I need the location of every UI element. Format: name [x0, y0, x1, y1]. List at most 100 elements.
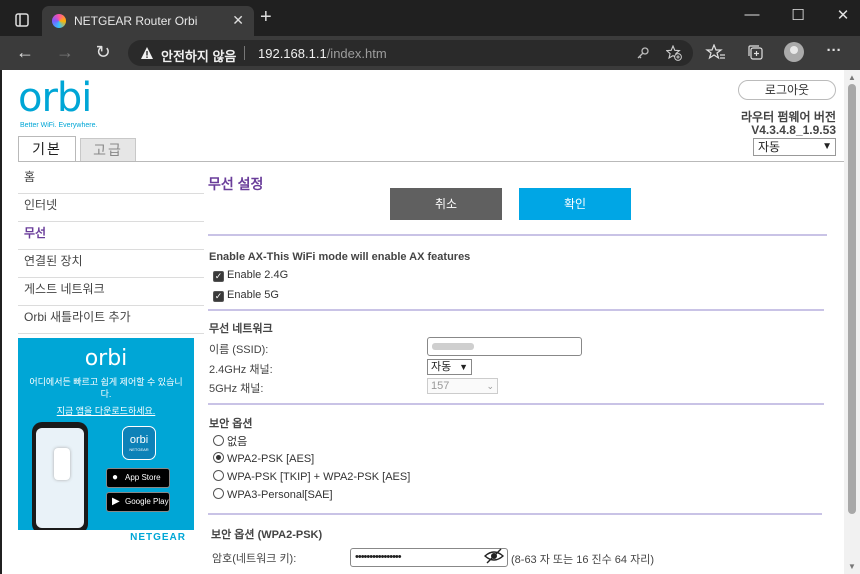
security-wpa3-radio[interactable]: WPA3-Personal[SAE] — [213, 488, 333, 501]
browser-toolbar: ← → ↻ 안전하지 않음 192.168.1.1/index.htm ··· — [0, 36, 860, 70]
forward-button[interactable]: → — [52, 41, 78, 65]
ssid-value-redacted — [432, 343, 474, 350]
checkbox-checked-icon[interactable]: ✓ — [213, 271, 224, 282]
promo-orbi-logo: orbi — [84, 346, 128, 371]
browser-tab[interactable]: NETGEAR Router Orbi ✕ — [42, 6, 254, 36]
apple-icon: ● — [112, 472, 119, 483]
key-icon[interactable] — [636, 46, 650, 60]
minimize-button[interactable]: — — [737, 6, 767, 23]
orbi-app-icon: orbi NETGEAR — [122, 426, 156, 460]
scrollbar-thumb[interactable] — [848, 84, 856, 514]
collections-icon[interactable] — [744, 44, 768, 62]
close-window-button[interactable]: ✕ — [828, 6, 858, 24]
channel-24g-select[interactable]: 자동 ▼ — [427, 359, 472, 375]
promo-footer: NETGEAR — [18, 530, 194, 548]
security-none-label: 없음 — [227, 436, 248, 448]
sidebar-item-home[interactable]: 홈 — [18, 166, 204, 194]
app-icon-label: orbi — [129, 434, 149, 446]
enable-24g-label: Enable 2.4G — [227, 269, 289, 281]
phone-image — [32, 422, 88, 534]
favorites-icon[interactable] — [704, 44, 728, 62]
browser-titlebar: NETGEAR Router Orbi ✕ + — ☐ ✕ — [0, 0, 860, 36]
radio-icon[interactable] — [213, 435, 224, 446]
scroll-up-icon[interactable]: ▲ — [848, 73, 856, 82]
profile-icon[interactable] — [784, 42, 804, 62]
ax-heading: Enable AX-This WiFi mode will enable AX … — [209, 251, 471, 263]
security-options-heading: 보안 옵션 — [209, 418, 253, 430]
chevron-down-icon: ⌄ — [486, 381, 494, 391]
netgear-logo: NETGEAR — [130, 532, 186, 543]
enable-5g-label: Enable 5G — [227, 289, 279, 301]
security-wpa-wpa2-radio[interactable]: WPA-PSK [TKIP] + WPA2-PSK [AES] — [213, 470, 410, 483]
logout-button[interactable]: 로그아웃 — [738, 80, 836, 100]
tab-close-icon[interactable]: ✕ — [232, 12, 244, 29]
security-wpa2-aes-label: WPA2-PSK [AES] — [227, 453, 315, 465]
page-scrollbar[interactable]: ▲ ▼ — [844, 70, 860, 574]
tab-advanced[interactable]: 고급 — [80, 138, 136, 162]
new-tab-button[interactable]: + — [260, 7, 272, 27]
radio-selected-icon[interactable] — [213, 452, 224, 463]
tab-title: NETGEAR Router Orbi — [74, 14, 198, 28]
router-page: orbi Better WiFi. Everywhere. 기본 고급 로그아웃… — [2, 70, 844, 574]
cancel-button[interactable]: 취소 — [390, 188, 502, 220]
sidebar-item-add-satellite[interactable]: Orbi 새틀라이트 추가 — [18, 306, 204, 334]
channel-5g-label: 5GHz 채널: — [209, 383, 264, 395]
google-play-badge[interactable]: ▶ Google Play — [106, 492, 170, 512]
add-favorite-icon[interactable] — [666, 45, 682, 61]
reload-button[interactable]: ↻ — [90, 41, 116, 65]
header-divider — [18, 161, 844, 162]
show-password-eye-icon[interactable] — [484, 547, 504, 565]
tab-basic[interactable]: 기본 — [18, 136, 76, 162]
wpa2-psk-heading: 보안 옵션 (WPA2-PSK) — [211, 529, 323, 541]
password-hint: (8-63 자 또는 16 진수 64 자리) — [511, 554, 654, 566]
language-select[interactable]: 자동 ▼ — [753, 138, 836, 156]
ssid-input[interactable] — [427, 337, 582, 356]
enable-24g-checkbox[interactable]: ✓ Enable 2.4G — [213, 269, 288, 283]
address-bar[interactable]: 안전하지 않음 192.168.1.1/index.htm — [128, 40, 693, 66]
divider — [208, 513, 822, 515]
security-none-radio[interactable]: 없음 — [213, 433, 247, 449]
channel-24g-value: 자동 — [431, 361, 452, 373]
channel-24g-label: 2.4GHz 채널: — [209, 364, 273, 376]
url-path: /index.htm — [326, 46, 387, 61]
radio-icon[interactable] — [213, 488, 224, 499]
google-play-label: Google Play — [125, 497, 169, 506]
firmware-version: V4.3.4.8_1.9.53 — [751, 123, 836, 137]
security-warning-text[interactable]: 안전하지 않음 — [161, 46, 236, 65]
sidebar-item-wireless[interactable]: 무선 — [18, 222, 204, 250]
url-text[interactable]: 192.168.1.1/index.htm — [258, 46, 387, 61]
sidebar-item-internet[interactable]: 인터넷 — [18, 194, 204, 222]
radio-icon[interactable] — [213, 470, 224, 481]
channel-5g-select[interactable]: 157 ⌄ — [427, 378, 498, 394]
divider — [208, 403, 824, 405]
password-label: 암호(네트워크 키): — [212, 553, 297, 565]
tab-actions-icon[interactable] — [8, 8, 36, 32]
scroll-down-icon[interactable]: ▼ — [848, 562, 856, 571]
phone-screen — [36, 428, 84, 528]
page-title: 무선 설정 — [208, 176, 264, 192]
apply-button[interactable]: 확인 — [519, 188, 631, 220]
wireless-network-heading: 무선 네트워크 — [209, 323, 273, 335]
back-button[interactable]: ← — [12, 41, 38, 65]
orbi-logo: orbi — [18, 75, 92, 121]
security-wpa3-label: WPA3-Personal[SAE] — [227, 489, 333, 501]
maximize-button[interactable]: ☐ — [783, 6, 813, 24]
netgear-favicon-icon — [52, 14, 66, 28]
security-wpa2-aes-radio[interactable]: WPA2-PSK [AES] — [213, 452, 314, 465]
google-play-icon: ▶ — [112, 496, 120, 507]
chevron-down-icon: ▼ — [459, 362, 468, 372]
sidebar-item-attached-devices[interactable]: 연결된 장치 — [18, 250, 204, 278]
enable-5g-checkbox[interactable]: ✓ Enable 5G — [213, 289, 279, 303]
app-store-badge[interactable]: ● App Store — [106, 468, 170, 488]
more-icon[interactable]: ··· — [822, 42, 846, 59]
app-promo-banner[interactable]: orbi 어디에서든 빠르고 쉽게 제어할 수 있습니다. 지금 앱을 다운로드… — [18, 338, 194, 548]
omnibox-separator — [244, 46, 245, 60]
app-store-label: App Store — [125, 473, 161, 482]
promo-download-link[interactable]: 지금 앱을 다운로드하세요. — [18, 404, 194, 417]
url-host: 192.168.1.1 — [258, 46, 327, 61]
checkbox-checked-icon[interactable]: ✓ — [213, 291, 224, 302]
security-wpa-wpa2-label: WPA-PSK [TKIP] + WPA2-PSK [AES] — [227, 471, 411, 483]
language-value: 자동 — [758, 140, 781, 154]
sidebar-item-guest-network[interactable]: 게스트 네트워크 — [18, 278, 204, 306]
warning-icon[interactable] — [140, 46, 154, 60]
